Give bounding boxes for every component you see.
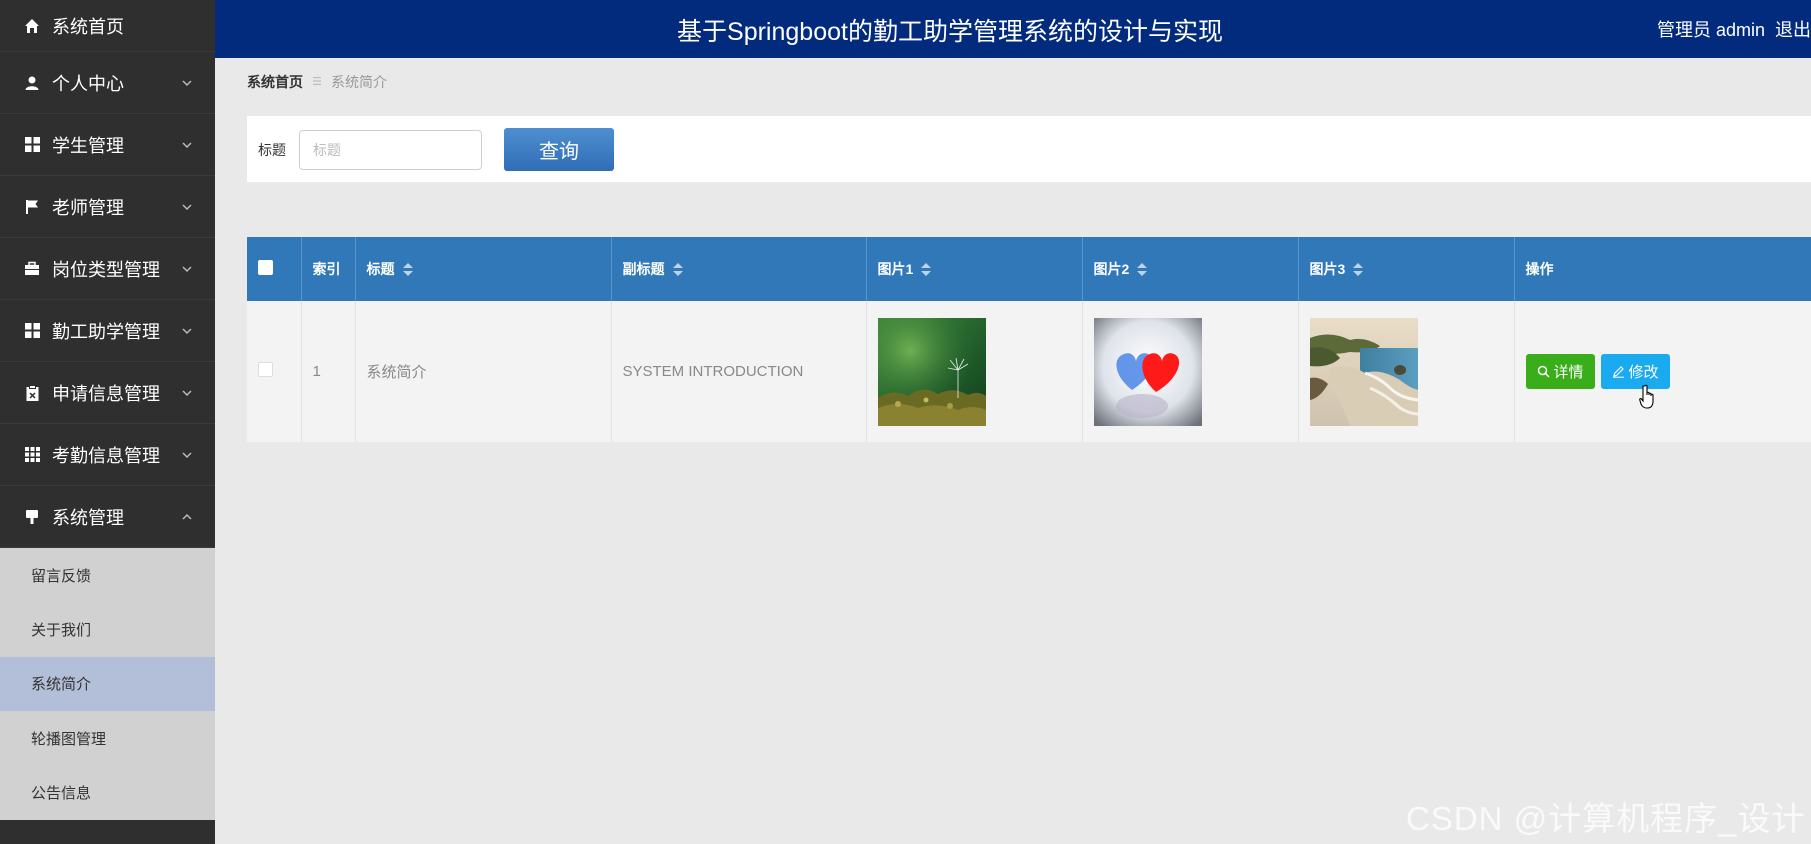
sidebar-item-teacher-management[interactable]: 老师管理 bbox=[0, 176, 215, 238]
sidebar-subitem-system-intro[interactable]: 系统简介 bbox=[0, 656, 215, 712]
row-image3-cell bbox=[1298, 301, 1515, 442]
chevron-up-icon bbox=[182, 513, 192, 520]
table-row: 1 系统简介 SYSTEM INTRODUCTION 详情 修改 bbox=[247, 301, 1811, 442]
data-table: 索引 标题 副标题 图片1 图片2 图片3 操作 1 系统简介 SYSTEM I… bbox=[247, 237, 1811, 442]
top-header: 基于Springboot的勤工助学管理系统的设计与实现 管理员 admin 退出 bbox=[215, 0, 1811, 58]
query-button[interactable]: 查询 bbox=[504, 128, 614, 171]
row-actions-cell: 详情 修改 bbox=[1514, 301, 1811, 442]
breadcrumb-separator-icon bbox=[313, 75, 321, 89]
sidebar-subitem-announcements[interactable]: 公告信息 bbox=[0, 766, 215, 820]
column-header-actions: 操作 bbox=[1514, 237, 1811, 301]
dandelion-moss-photo bbox=[877, 317, 986, 426]
edit-icon bbox=[1612, 366, 1624, 378]
detail-button[interactable]: 详情 bbox=[1525, 354, 1595, 389]
sidebar-item-position-type-management[interactable]: 岗位类型管理 bbox=[0, 238, 215, 300]
chevron-down-icon bbox=[182, 327, 192, 334]
sidebar-subitem-feedback[interactable]: 留言反馈 bbox=[0, 548, 215, 602]
sidebar-item-label: 申请信息管理 bbox=[52, 383, 160, 404]
sidebar-item-student-management[interactable]: 学生管理 bbox=[0, 114, 215, 176]
breadcrumb-home[interactable]: 系统首页 bbox=[247, 72, 303, 92]
select-all-checkbox[interactable] bbox=[258, 260, 273, 275]
sidebar-item-application-management[interactable]: 申请信息管理 bbox=[0, 362, 215, 424]
sidebar-item-home[interactable]: 系统首页 bbox=[0, 0, 215, 52]
briefcase-icon bbox=[22, 259, 42, 279]
user-icon bbox=[22, 73, 42, 93]
chevron-down-icon bbox=[182, 389, 192, 396]
row-index: 1 bbox=[301, 301, 356, 442]
detail-button-label: 详情 bbox=[1553, 364, 1584, 381]
chevron-down-icon bbox=[182, 203, 192, 210]
sort-icon[interactable] bbox=[1353, 263, 1364, 277]
grid-icon bbox=[22, 135, 42, 155]
home-icon bbox=[22, 16, 42, 36]
column-header-subtitle[interactable]: 副标题 bbox=[611, 237, 867, 301]
sidebar-item-personal-center[interactable]: 个人中心 bbox=[0, 52, 215, 114]
current-user: 管理员 admin bbox=[1657, 20, 1766, 40]
sidebar-subitem-label: 轮播图管理 bbox=[31, 730, 107, 748]
column-header-image1[interactable]: 图片1 bbox=[866, 237, 1083, 301]
sidebar: 系统首页 个人中心 学生管理 老师管理 岗位类型管理 勤工助学管理 申请信息管理… bbox=[0, 0, 215, 844]
edit-button-label: 修改 bbox=[1628, 364, 1659, 381]
sidebar-item-label: 个人中心 bbox=[52, 73, 124, 94]
sidebar-item-work-study-management[interactable]: 勤工助学管理 bbox=[0, 300, 215, 362]
sidebar-subitem-label: 系统简介 bbox=[31, 676, 92, 694]
app-title: 基于Springboot的勤工助学管理系统的设计与实现 bbox=[677, 18, 1223, 46]
sidebar-subitem-label: 留言反馈 bbox=[31, 567, 92, 585]
table-header-row: 索引 标题 副标题 图片1 图片2 图片3 操作 bbox=[247, 237, 1811, 301]
search-panel: 标题 查询 bbox=[247, 116, 1811, 182]
sidebar-submenu-system: 留言反馈 关于我们 系统简介 轮播图管理 公告信息 bbox=[0, 548, 215, 820]
title-search-input[interactable] bbox=[299, 130, 482, 170]
sidebar-item-label: 考勤信息管理 bbox=[52, 445, 160, 466]
sidebar-item-label: 系统首页 bbox=[52, 16, 124, 37]
sidebar-item-label: 学生管理 bbox=[52, 135, 124, 156]
chevron-down-icon bbox=[182, 79, 192, 86]
row-select-cell bbox=[247, 301, 302, 442]
chevron-down-icon bbox=[182, 141, 192, 148]
sidebar-subitem-about-us[interactable]: 关于我们 bbox=[0, 602, 215, 656]
chevron-down-icon bbox=[182, 451, 192, 458]
sort-icon[interactable] bbox=[921, 263, 932, 277]
select-all-cell bbox=[247, 237, 302, 301]
flag-icon bbox=[22, 197, 42, 217]
row-title: 系统简介 bbox=[355, 301, 612, 442]
sort-icon[interactable] bbox=[672, 263, 683, 277]
row-image1-cell bbox=[866, 301, 1083, 442]
sidebar-item-label: 系统管理 bbox=[52, 507, 124, 528]
coastal-beach-photo bbox=[1309, 317, 1418, 426]
sidebar-subitem-label: 关于我们 bbox=[31, 622, 92, 640]
row-checkbox[interactable] bbox=[258, 362, 273, 377]
sidebar-item-label: 老师管理 bbox=[52, 197, 124, 218]
sidebar-item-label: 岗位类型管理 bbox=[52, 259, 160, 280]
cog-icon bbox=[22, 507, 42, 527]
breadcrumb: 系统首页 系统简介 bbox=[247, 72, 387, 92]
table-icon bbox=[22, 445, 42, 465]
blue-red-hearts-photo bbox=[1093, 317, 1202, 426]
sidebar-subitem-label: 公告信息 bbox=[31, 785, 92, 803]
search-label: 标题 bbox=[258, 142, 286, 158]
sort-icon[interactable] bbox=[402, 263, 413, 277]
logout-link[interactable]: 退出 bbox=[1775, 16, 1811, 42]
search-icon bbox=[1537, 365, 1550, 378]
grid-icon bbox=[22, 321, 42, 341]
sidebar-subitem-carousel[interactable]: 轮播图管理 bbox=[0, 711, 215, 765]
column-header-title[interactable]: 标题 bbox=[355, 237, 612, 301]
sidebar-item-label: 勤工助学管理 bbox=[52, 321, 160, 342]
sort-icon[interactable] bbox=[1137, 263, 1148, 277]
breadcrumb-current: 系统简介 bbox=[331, 74, 387, 90]
chevron-down-icon bbox=[182, 265, 192, 272]
sidebar-item-attendance-management[interactable]: 考勤信息管理 bbox=[0, 424, 215, 486]
edit-button[interactable]: 修改 bbox=[1600, 354, 1670, 389]
column-header-image3[interactable]: 图片3 bbox=[1298, 237, 1515, 301]
row-subtitle: SYSTEM INTRODUCTION bbox=[611, 301, 867, 442]
hand-cursor-icon bbox=[1639, 384, 1654, 409]
column-header-image2[interactable]: 图片2 bbox=[1082, 237, 1299, 301]
watermark: CSDN @计算机程序_设计 bbox=[1406, 800, 1806, 837]
column-header-index: 索引 bbox=[301, 237, 356, 301]
sidebar-item-system-management[interactable]: 系统管理 bbox=[0, 486, 215, 548]
row-image2-cell bbox=[1082, 301, 1299, 442]
clipboard-icon bbox=[22, 383, 42, 403]
